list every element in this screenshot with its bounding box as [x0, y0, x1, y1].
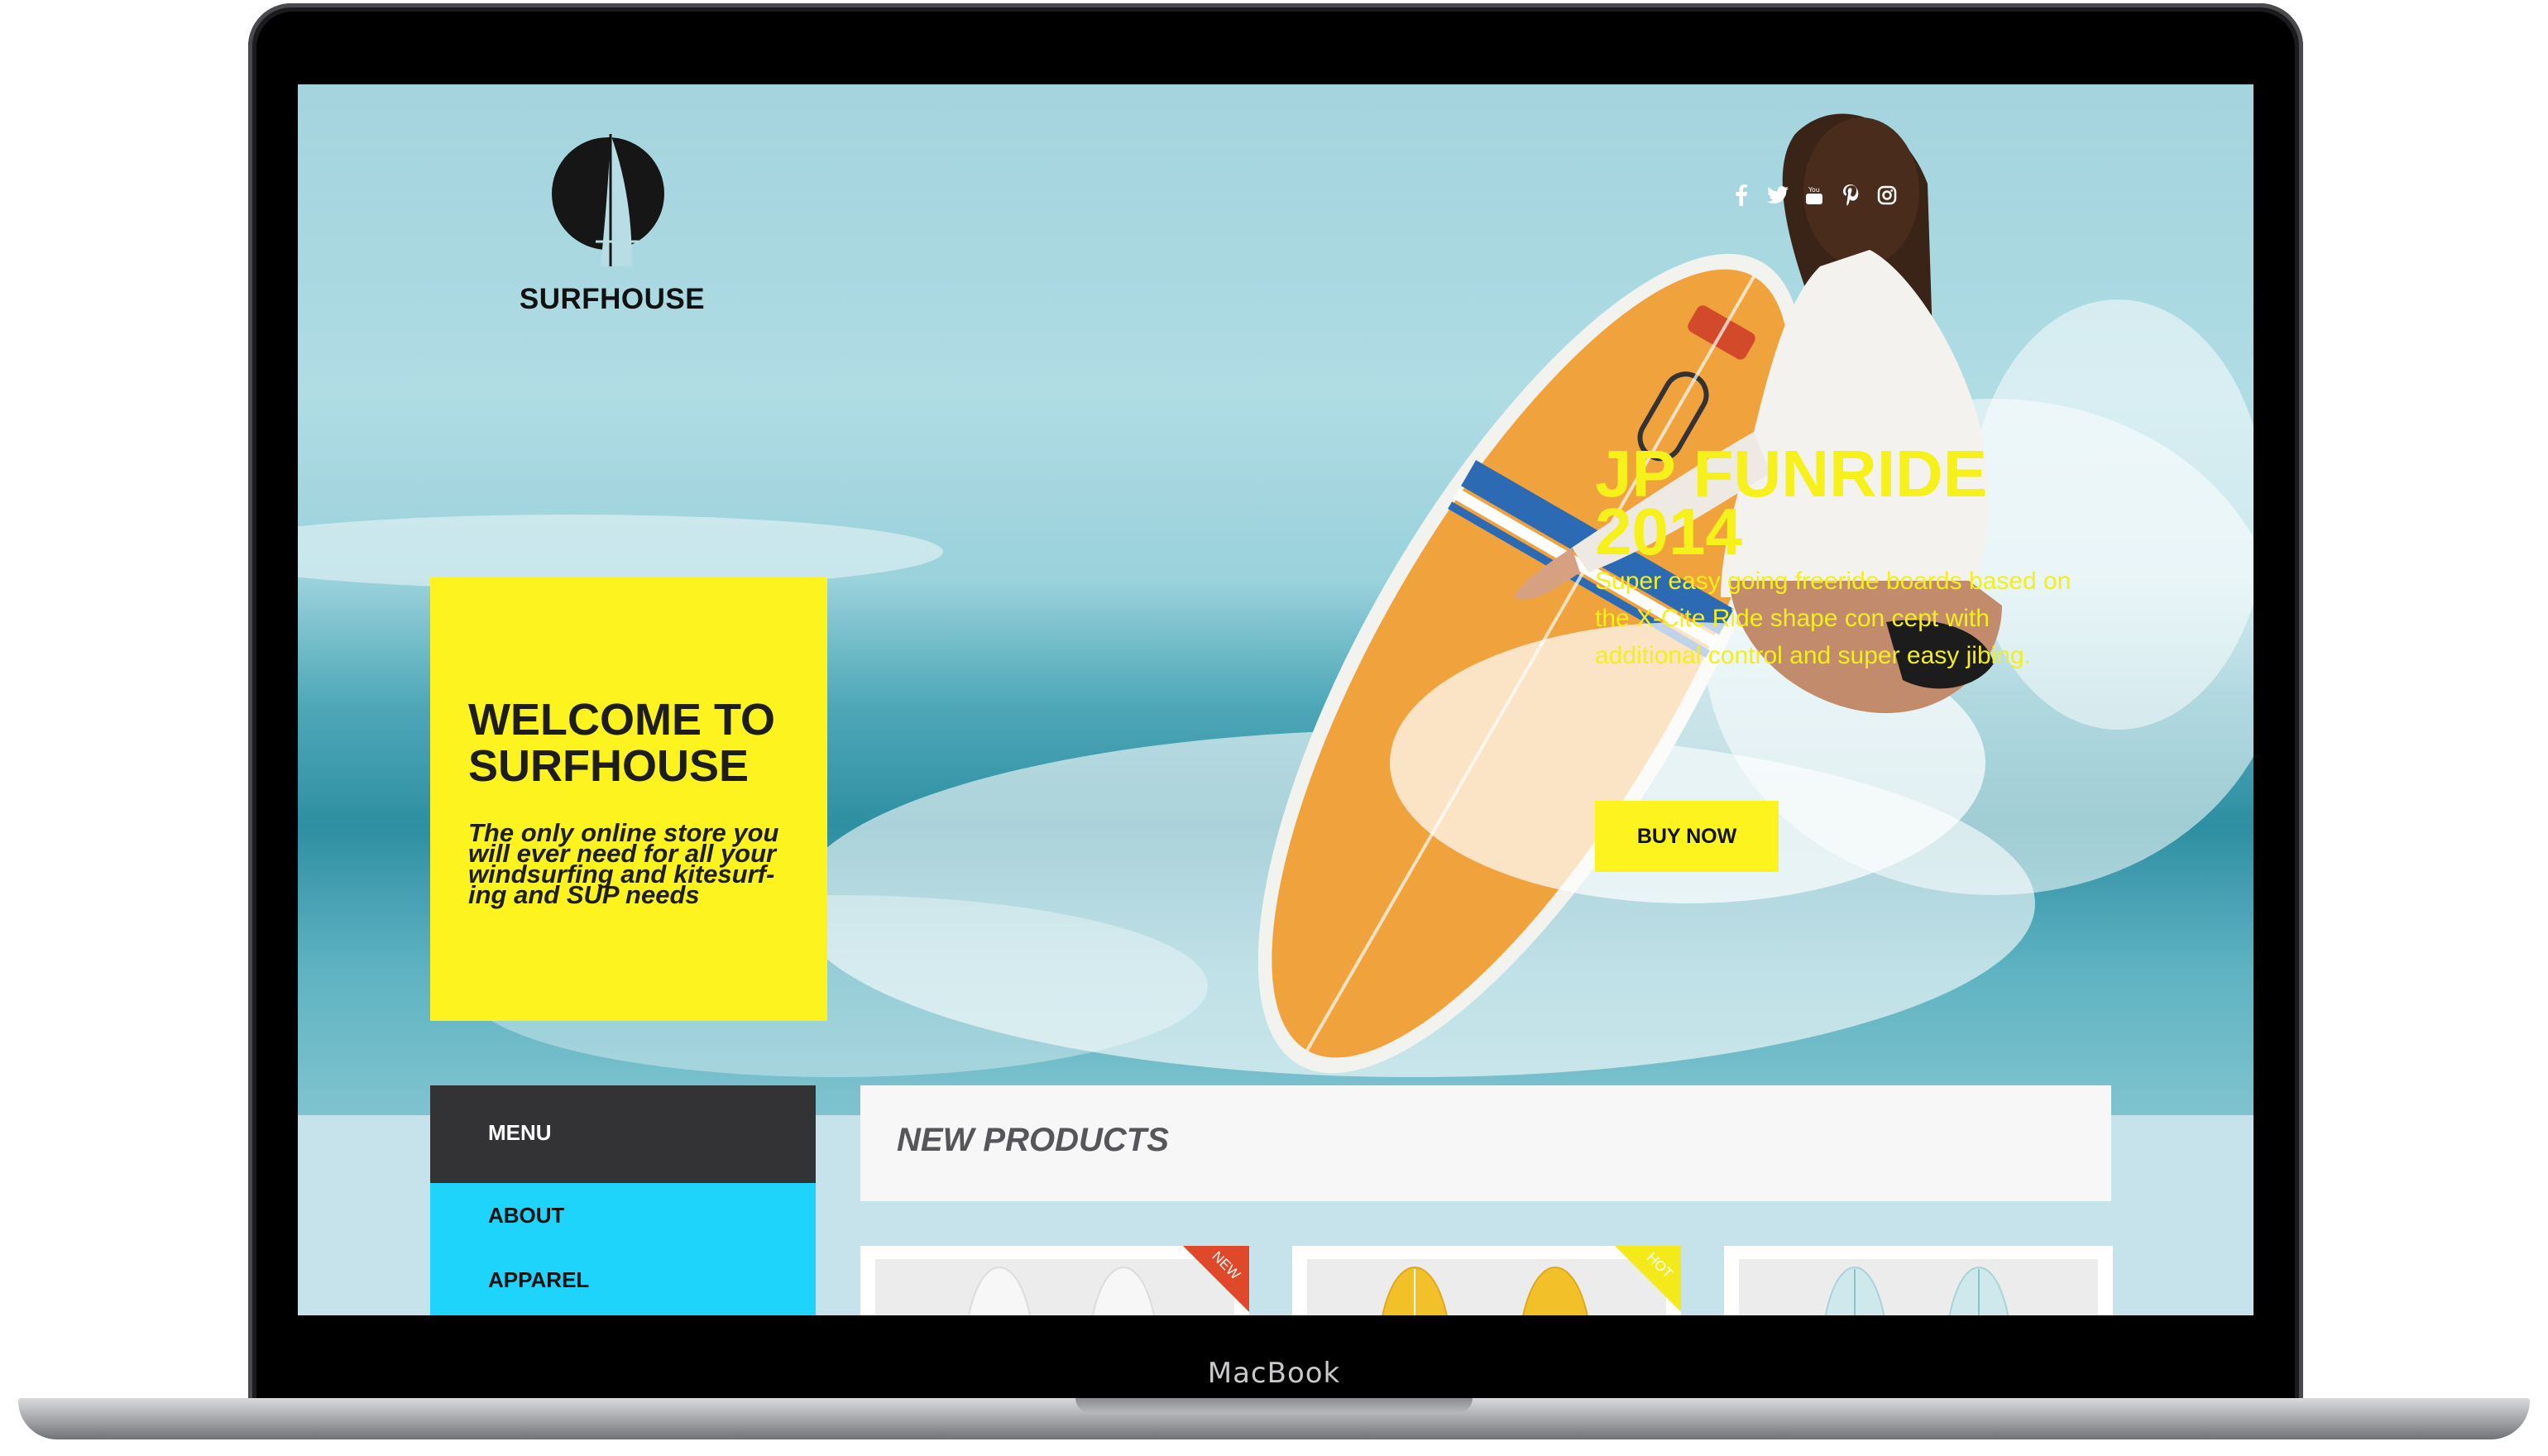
sailboat-logo-icon — [552, 134, 664, 266]
welcome-box: WELCOME TO SURFHOUSE The only online sto… — [430, 577, 827, 1021]
menu-header-label: MENU — [488, 1120, 552, 1145]
new-products-header: NEW PRODUCTS — [860, 1085, 2111, 1201]
svg-text:You: You — [1808, 186, 1820, 194]
welcome-title: WELCOME TO SURFHOUSE — [468, 695, 775, 791]
new-products-title: NEW PRODUCTS — [897, 1122, 1169, 1158]
menu-item-about[interactable]: ABOUT — [488, 1203, 564, 1228]
surfboard-thumbnail — [967, 1267, 1156, 1315]
menu-item-apparel[interactable]: APPAREL — [488, 1267, 589, 1293]
menu-header[interactable]: MENU — [430, 1085, 816, 1183]
facebook-icon[interactable] — [1729, 183, 1754, 208]
product-card[interactable]: HOT — [1292, 1246, 1681, 1315]
laptop-notch — [1075, 1398, 1473, 1413]
site-logo[interactable]: SURFHOUSE — [505, 117, 720, 341]
twitter-icon[interactable] — [1765, 183, 1790, 208]
social-links: You — [1729, 177, 1911, 213]
product-image — [1739, 1259, 2098, 1315]
website-screen: SURFHOUSE You WELCOME TO SURFHOUSE The o… — [298, 84, 2253, 1315]
surfboard-thumbnail — [1382, 1267, 1588, 1315]
product-card[interactable] — [1724, 1246, 2113, 1315]
welcome-subtitle: The only online store you will ever need… — [468, 818, 779, 909]
buy-now-button[interactable]: BUY NOW — [1595, 801, 1779, 872]
pinterest-icon[interactable] — [1838, 183, 1863, 208]
instagram-icon[interactable] — [1875, 183, 1899, 208]
side-menu: MENU ABOUT APPAREL — [430, 1085, 816, 1315]
promo-title: JP FUNRIDE 2014 — [1595, 437, 1988, 568]
surfboard-thumbnail — [1824, 1267, 2009, 1315]
logo-wordmark: SURFHOUSE — [519, 283, 706, 315]
hero-banner: SURFHOUSE You WELCOME TO SURFHOUSE The o… — [298, 84, 2253, 1115]
product-image — [875, 1259, 1234, 1315]
promo-description: Super easy going freeride boards based o… — [1595, 568, 2071, 669]
product-image — [1307, 1259, 1666, 1315]
youtube-icon[interactable]: You — [1802, 183, 1827, 208]
product-card[interactable]: NEW — [860, 1246, 1249, 1315]
menu-list: ABOUT APPAREL — [430, 1183, 816, 1315]
device-brand-label: MacBook — [1207, 1357, 1341, 1390]
